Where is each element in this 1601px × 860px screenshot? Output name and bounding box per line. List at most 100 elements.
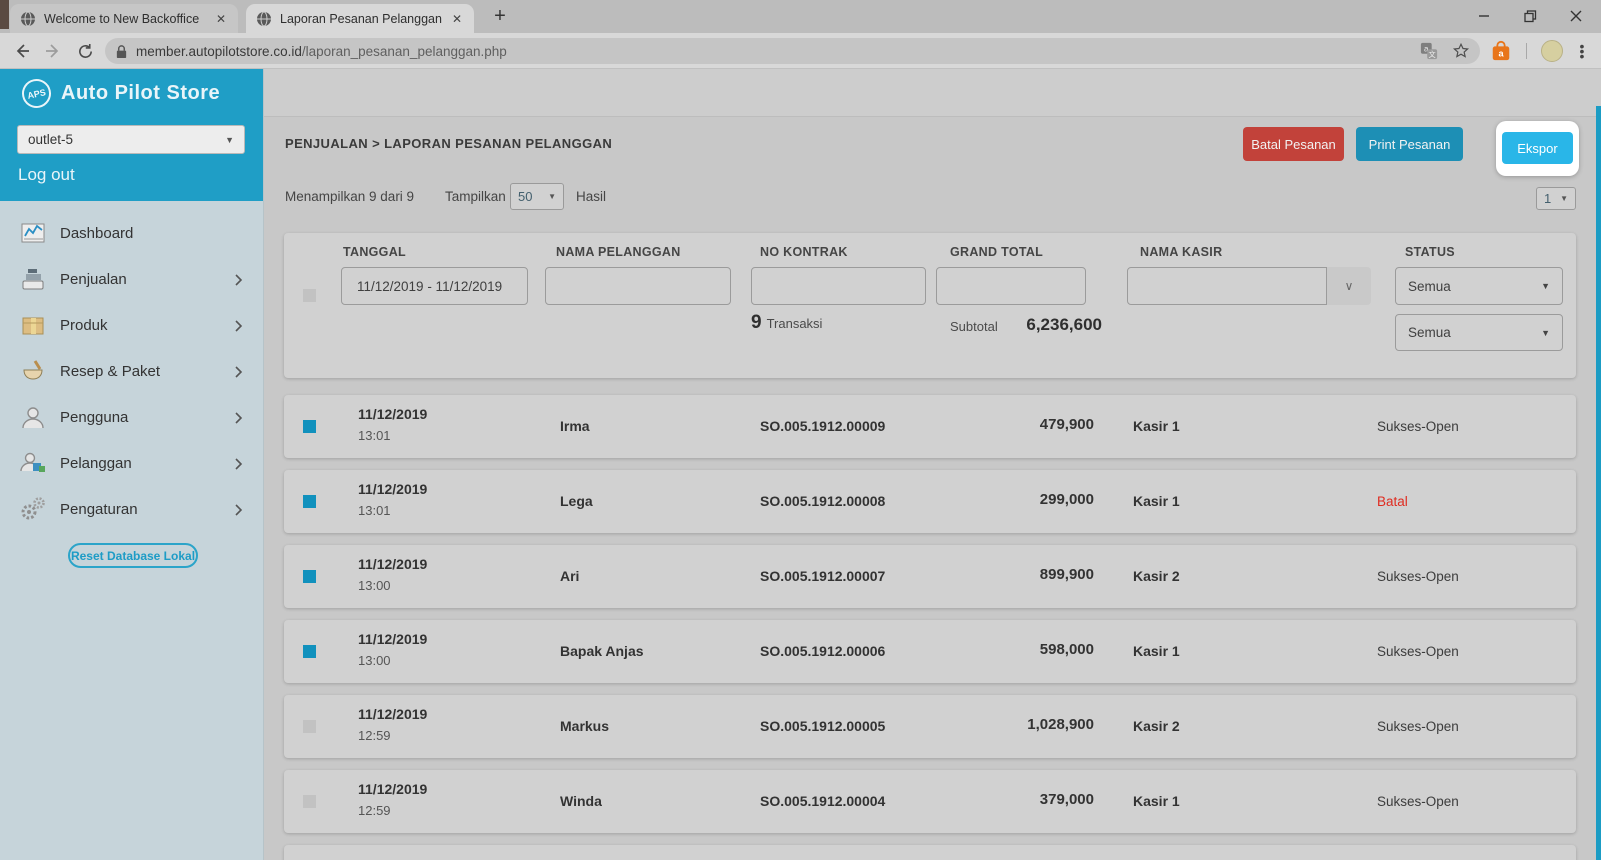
table-row-partial[interactable]: [284, 845, 1576, 860]
address-bar[interactable]: member.autopilotstore.co.id/laporan_pesa…: [105, 38, 1480, 64]
row-date: 11/12/2019: [358, 706, 427, 722]
print-pesanan-button[interactable]: Print Pesanan: [1356, 127, 1463, 161]
cashier-dropdown-button[interactable]: ∨: [1327, 267, 1371, 305]
caret-down-icon: ▼: [548, 192, 556, 201]
window-close-button[interactable]: [1553, 0, 1599, 32]
sidebar-item-resep-paket[interactable]: Resep & Paket: [0, 348, 263, 394]
grand-total-filter-input[interactable]: [936, 267, 1086, 305]
row-time: 13:00: [358, 653, 391, 668]
browser-tab-backoffice[interactable]: Welcome to New Backoffice ✕: [10, 4, 238, 33]
contract-filter-input[interactable]: [751, 267, 926, 305]
status-filter-value: Semua: [1408, 279, 1451, 294]
gears-icon: [18, 494, 48, 524]
sidebar-item-pengaturan[interactable]: Pengaturan: [0, 486, 263, 532]
back-button-icon[interactable]: [10, 39, 34, 63]
forward-button-icon[interactable]: [41, 39, 65, 63]
export-spotlight-highlight: Ekspor: [1496, 121, 1579, 176]
table-filter-card: TANGGAL NAMA PELANGGAN NO KONTRAK GRAND …: [284, 233, 1576, 378]
row-grand-total: 479,900: [936, 416, 1094, 433]
breadcrumb: PENJUALAN > LAPORAN PESANAN PELANGGAN: [285, 136, 612, 151]
select-all-checkbox[interactable]: [303, 289, 316, 302]
url-text: member.autopilotstore.co.id/laporan_pesa…: [136, 44, 507, 59]
page-size-value: 50: [518, 189, 532, 204]
new-tab-button[interactable]: +: [486, 2, 514, 30]
lock-icon[interactable]: [115, 44, 128, 59]
col-header-nama-kasir: NAMA KASIR: [1140, 245, 1222, 259]
page-scrollbar[interactable]: [1596, 106, 1601, 860]
window-restore-button[interactable]: [1507, 0, 1553, 32]
main-content: PENJUALAN > LAPORAN PESANAN PELANGGAN Ba…: [264, 69, 1601, 860]
row-customer-name: Markus: [560, 718, 609, 734]
brand: APS Auto Pilot Store: [22, 79, 220, 108]
customer-filter-input[interactable]: [545, 267, 731, 305]
row-checkbox[interactable]: [303, 570, 316, 583]
tab-close-icon[interactable]: ✕: [214, 12, 228, 26]
batal-pesanan-button[interactable]: Batal Pesanan: [1243, 127, 1344, 161]
cash-register-icon: [18, 264, 48, 294]
date-range-filter-input[interactable]: 11/12/2019 - 11/12/2019: [341, 267, 528, 305]
table-row[interactable]: 11/12/2019 13:00 Bapak Anjas SO.005.1912…: [284, 620, 1576, 683]
tab-close-icon[interactable]: ✕: [450, 12, 464, 26]
row-customer-name: Ari: [560, 568, 579, 584]
page-size-select[interactable]: 50 ▼: [510, 183, 564, 210]
caret-down-icon: ▼: [225, 135, 234, 145]
row-grand-total: 598,000: [936, 641, 1094, 658]
row-time: 13:00: [358, 578, 391, 593]
sidebar-item-dashboard[interactable]: Dashboard: [0, 210, 263, 256]
row-cashier: Kasir 1: [1133, 643, 1180, 659]
user-icon: [18, 402, 48, 432]
row-checkbox[interactable]: [303, 495, 316, 508]
sidebar-item-pengguna[interactable]: Pengguna: [0, 394, 263, 440]
sidebar-item-label: Pengaturan: [60, 501, 138, 518]
translate-icon[interactable]: a文: [1420, 42, 1438, 60]
row-checkbox[interactable]: [303, 720, 316, 733]
row-checkbox[interactable]: [303, 420, 316, 433]
table-row[interactable]: 11/12/2019 13:01 Irma SO.005.1912.00009 …: [284, 395, 1576, 458]
row-status: Sukses-Open: [1377, 569, 1459, 584]
col-header-status: STATUS: [1405, 245, 1455, 259]
page-number-select[interactable]: 1 ▼: [1536, 187, 1576, 210]
url-domain: member.autopilotstore.co.id: [136, 44, 302, 59]
outlet-select[interactable]: outlet-5 ▼: [17, 125, 245, 154]
sidebar-item-penjualan[interactable]: Penjualan: [0, 256, 263, 302]
tab-title: Laporan Pesanan Pelanggan: [280, 12, 442, 26]
row-checkbox[interactable]: [303, 645, 316, 658]
status-filter-select-2[interactable]: Semua ▼: [1395, 314, 1563, 351]
sidebar-item-label: Penjualan: [60, 271, 127, 288]
browser-tab-laporan[interactable]: Laporan Pesanan Pelanggan ✕: [246, 4, 474, 33]
row-date: 11/12/2019: [358, 631, 427, 647]
sidebar-item-produk[interactable]: Produk: [0, 302, 263, 348]
chrome-menu-icon[interactable]: •••: [1577, 44, 1587, 59]
row-date: 11/12/2019: [358, 781, 427, 797]
date-range-value: 11/12/2019 - 11/12/2019: [357, 279, 502, 294]
chevron-right-icon: [235, 457, 243, 475]
chevron-right-icon: [235, 273, 243, 291]
reload-button-icon[interactable]: [73, 39, 97, 63]
caret-down-icon: ▼: [1560, 194, 1568, 203]
showing-count-text: Menampilkan 9 dari 9: [285, 189, 414, 204]
table-row[interactable]: 11/12/2019 13:01 Lega SO.005.1912.00008 …: [284, 470, 1576, 533]
box-icon: [18, 310, 48, 340]
globe-favicon-icon: [20, 11, 36, 27]
window-minimize-button[interactable]: [1461, 0, 1507, 32]
table-row[interactable]: 11/12/2019 13:00 Ari SO.005.1912.00007 8…: [284, 545, 1576, 608]
row-contract-number: SO.005.1912.00004: [760, 793, 885, 809]
transaction-count-value: 9: [751, 312, 762, 334]
bookmark-star-icon[interactable]: [1452, 42, 1470, 60]
ekspor-button[interactable]: Ekspor: [1502, 132, 1573, 164]
table-row[interactable]: 11/12/2019 12:59 Winda SO.005.1912.00004…: [284, 770, 1576, 833]
profile-avatar[interactable]: [1541, 40, 1563, 62]
row-contract-number: SO.005.1912.00005: [760, 718, 885, 734]
sidebar-item-pelanggan[interactable]: Pelanggan: [0, 440, 263, 486]
row-checkbox[interactable]: [303, 795, 316, 808]
reset-database-button[interactable]: Reset Database Lokal: [68, 543, 198, 568]
table-row[interactable]: 11/12/2019 12:59 Markus SO.005.1912.0000…: [284, 695, 1576, 758]
cashier-filter-input[interactable]: [1127, 267, 1327, 305]
col-header-nama-pelanggan: NAMA PELANGGAN: [556, 245, 681, 259]
status-filter-select-1[interactable]: Semua ▼: [1395, 267, 1563, 305]
extension-bag-icon[interactable]: a: [1490, 40, 1512, 62]
logout-link[interactable]: Log out: [18, 165, 75, 185]
row-time: 13:01: [358, 428, 391, 443]
row-cashier: Kasir 1: [1133, 418, 1180, 434]
sidebar-item-label: Produk: [60, 317, 108, 334]
